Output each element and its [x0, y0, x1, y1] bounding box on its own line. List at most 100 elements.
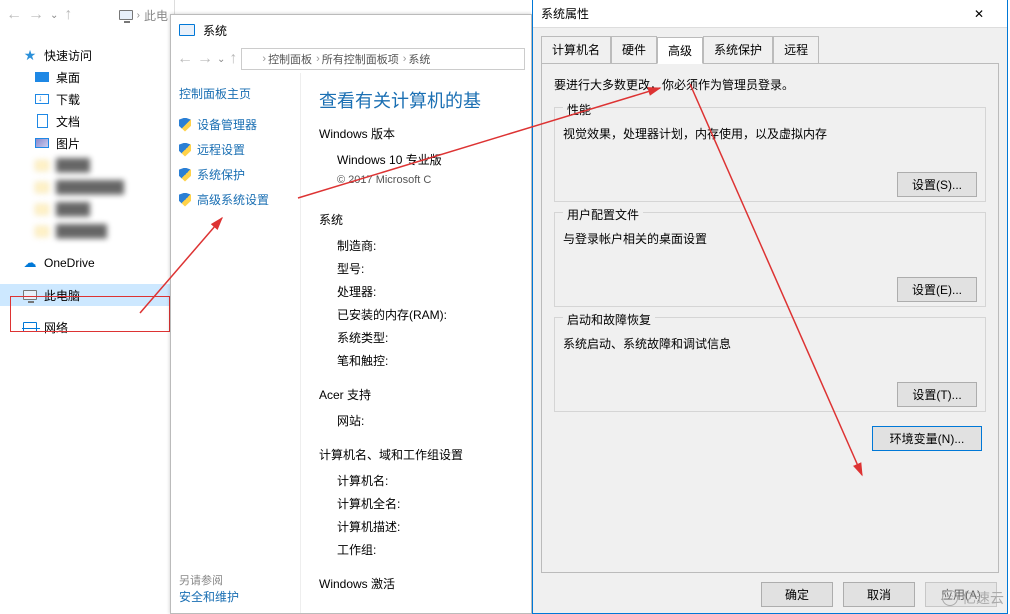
processor-label: 处理器: [319, 280, 531, 303]
close-button[interactable]: ✕ [959, 0, 999, 28]
profiles-desc: 与登录帐户相关的桌面设置 [563, 230, 977, 247]
up-icon[interactable]: ↑ [64, 6, 72, 24]
performance-desc: 视觉效果，处理器计划，内存使用，以及虚拟内存 [563, 125, 977, 142]
pen-touch-label: 笔和触控: [319, 349, 531, 372]
downloads-label: 下载 [56, 91, 80, 108]
address-bar[interactable]: ›控制面板 ›所有控制面板项 ›系统 [241, 48, 525, 70]
see-also-label: 另请参阅 [179, 572, 239, 588]
copyright: © 2017 Microsoft C [319, 171, 531, 189]
documents-label: 文档 [56, 113, 80, 130]
sidebar-item-blurred[interactable]: ████ [0, 154, 174, 176]
tab-bar: 计算机名 硬件 高级 系统保护 远程 [533, 28, 1007, 63]
shield-icon [179, 193, 191, 207]
watermark-text: 亿速云 [962, 588, 1004, 608]
annotation-box-thispc [10, 296, 170, 332]
device-manager-label: 设备管理器 [197, 116, 257, 133]
profiles-settings-button[interactable]: 设置(E)... [897, 277, 977, 302]
chevron-right-icon: › [316, 53, 320, 65]
protection-label: 系统保护 [197, 166, 245, 183]
document-icon [37, 114, 48, 128]
startup-settings-button[interactable]: 设置(T)... [897, 382, 977, 407]
computer-desc-label: 计算机描述: [319, 515, 531, 538]
sidebar-item-onedrive[interactable]: ☁ OneDrive [0, 252, 174, 274]
group-title-profiles: 用户配置文件 [563, 206, 643, 223]
system-properties-dialog: 系统属性 ✕ 计算机名 硬件 高级 系统保护 远程 要进行大多数更改，你必须作为… [532, 0, 1008, 614]
history-chevron-icon[interactable]: ⌄ [217, 54, 225, 65]
group-title-startup: 启动和故障恢复 [563, 311, 655, 328]
environment-variables-button[interactable]: 环境变量(N)... [872, 426, 982, 451]
chevron-right-icon: › [262, 53, 266, 65]
forward-icon[interactable]: → [28, 6, 44, 24]
model-label: 型号: [319, 257, 531, 280]
folder-icon [35, 226, 49, 237]
sidebar-item-quickaccess[interactable]: ★ 快速访问 [0, 44, 174, 66]
up-icon[interactable]: ↑ [229, 50, 237, 68]
onedrive-label: OneDrive [44, 256, 95, 270]
acer-support-header: Acer 支持 [319, 386, 531, 403]
sidebar-item-downloads[interactable]: 下载 [0, 88, 174, 110]
link-system-protection[interactable]: 系统保护 [179, 162, 292, 187]
tab-remote[interactable]: 远程 [773, 36, 819, 63]
cloud-icon: ☁ [22, 255, 38, 271]
sidebar-item-desktop[interactable]: 桌面 [0, 66, 174, 88]
crumb-control-panel[interactable]: 控制面板 [268, 51, 312, 67]
star-icon: ★ [22, 47, 38, 63]
crumb-system[interactable]: 系统 [408, 51, 430, 67]
address-bar-row: ← → ⌄ ↑ ›控制面板 ›所有控制面板项 ›系统 [171, 45, 531, 73]
tab-advanced[interactable]: 高级 [657, 37, 703, 64]
tab-hardware[interactable]: 硬件 [611, 36, 657, 63]
cancel-button[interactable]: 取消 [843, 582, 915, 607]
ok-button[interactable]: 确定 [761, 582, 833, 607]
forward-icon[interactable]: → [197, 50, 213, 68]
windows-version-header: Windows 版本 [319, 125, 531, 142]
watermark: ᵔᵔ 亿速云 [942, 588, 1004, 608]
performance-settings-button[interactable]: 设置(S)... [897, 172, 977, 197]
window-titlebar[interactable]: 系统 [171, 15, 531, 45]
group-startup-recovery: 启动和故障恢复 系统启动、系统故障和调试信息 设置(T)... [554, 317, 986, 412]
pictures-icon [35, 138, 49, 148]
system-icon [246, 55, 258, 64]
breadcrumb-this-pc: 此电 [144, 7, 168, 24]
link-security-maintenance[interactable]: 安全和维护 [179, 588, 239, 605]
sidebar-item-blurred[interactable]: ████ [0, 198, 174, 220]
chevron-right-icon: › [137, 10, 140, 21]
desktop-label: 桌面 [56, 69, 80, 86]
sidebar-item-documents[interactable]: 文档 [0, 110, 174, 132]
chevron-right-icon: › [403, 53, 407, 65]
sidebar-item-pictures[interactable]: 图片 [0, 132, 174, 154]
link-remote-settings[interactable]: 远程设置 [179, 137, 292, 162]
folder-icon [35, 160, 49, 171]
history-chevron-icon[interactable]: ⌄ [50, 10, 58, 21]
folder-icon [35, 204, 49, 215]
dialog-titlebar[interactable]: 系统属性 ✕ [533, 0, 1007, 28]
group-user-profiles: 用户配置文件 与登录帐户相关的桌面设置 设置(E)... [554, 212, 986, 307]
address-fragment[interactable]: › 此电 [119, 7, 168, 24]
system-window: 系统 ← → ⌄ ↑ ›控制面板 ›所有控制面板项 ›系统 控制面板主页 设备管… [170, 14, 532, 614]
folder-icon [35, 182, 49, 193]
windows-version-value: Windows 10 专业版 [319, 148, 531, 171]
tab-computer-name[interactable]: 计算机名 [541, 36, 611, 63]
pc-icon [119, 10, 133, 20]
system-main-panel: 查看有关计算机的基 Windows 版本 Windows 10 专业版 © 20… [301, 73, 531, 613]
workgroup-label: 工作组: [319, 538, 531, 561]
tab-protection[interactable]: 系统保护 [703, 36, 773, 63]
sidebar-item-blurred[interactable]: ██████ [0, 220, 174, 242]
shield-icon [179, 118, 191, 132]
sidebar-item-blurred[interactable]: ████████ [0, 176, 174, 198]
computer-name-header: 计算机名、域和工作组设置 [319, 446, 531, 463]
quickaccess-label: 快速访问 [44, 47, 92, 64]
dialog-title: 系统属性 [541, 5, 589, 22]
link-device-manager[interactable]: 设备管理器 [179, 112, 292, 137]
link-advanced-settings[interactable]: 高级系统设置 [179, 187, 292, 212]
shield-icon [179, 168, 191, 182]
system-header: 系统 [319, 211, 531, 228]
manufacturer-label: 制造商: [319, 234, 531, 257]
desktop-icon [35, 72, 49, 82]
back-icon[interactable]: ← [177, 50, 193, 68]
crumb-all-items[interactable]: 所有控制面板项 [322, 51, 399, 67]
sidebar-header: 控制面板主页 [179, 85, 292, 102]
back-icon[interactable]: ← [6, 6, 22, 24]
shield-icon [179, 143, 191, 157]
control-panel-sidebar: 控制面板主页 设备管理器 远程设置 系统保护 高级系统设置 另请参阅 安全和维护 [171, 73, 301, 613]
startup-desc: 系统启动、系统故障和调试信息 [563, 335, 977, 352]
